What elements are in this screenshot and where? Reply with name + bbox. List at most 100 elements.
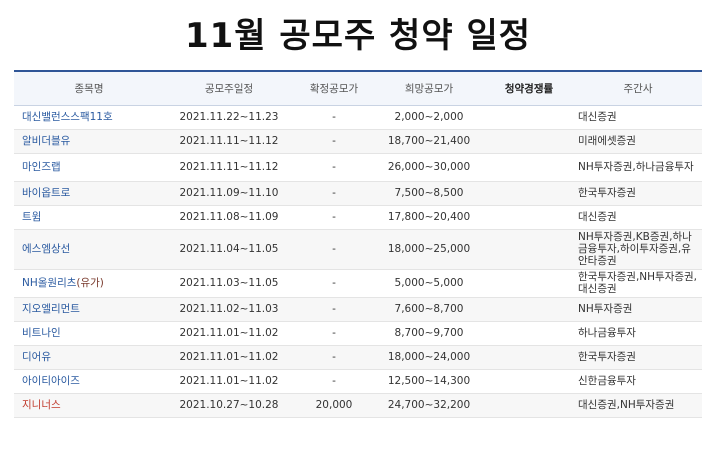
table-row: 에스엠상선 2021.11.04~11.05 - 18,000~25,000 N…: [14, 229, 702, 270]
ipo-name[interactable]: 아이티아이즈: [22, 375, 80, 387]
desired-price-cell: 7,500~8,500: [374, 181, 484, 206]
schedule-cell: 2021.11.11~11.12: [164, 129, 294, 154]
ipo-name-link[interactable]: 지니너스: [14, 393, 164, 418]
competition-cell: [484, 205, 574, 230]
competition-cell: [484, 269, 574, 298]
ipo-name[interactable]: 비트나인: [22, 327, 61, 339]
underwriter-cell: NH투자증권: [574, 297, 702, 322]
desired-price-cell: 7,600~8,700: [374, 297, 484, 322]
ipo-name-link[interactable]: 아이티아이즈: [14, 369, 164, 394]
underwriter-cell: 한국투자증권,NH투자증권,대신증권: [574, 269, 702, 298]
col-header-schedule: 공모주일정: [164, 70, 294, 106]
schedule-cell: 2021.11.01~11.02: [164, 369, 294, 394]
table-row: 바이옵트로 2021.11.09~11.10 - 7,500~8,500 한국투…: [14, 181, 702, 206]
ipo-name-link[interactable]: 지오엘리먼트: [14, 297, 164, 322]
table-row: 지오엘리먼트 2021.11.02~11.03 - 7,600~8,700 NH…: [14, 297, 702, 322]
fixed-price-cell: 20,000: [294, 393, 374, 418]
schedule-cell: 2021.11.01~11.02: [164, 345, 294, 370]
fixed-price-cell: -: [294, 129, 374, 154]
desired-price-cell: 24,700~32,200: [374, 393, 484, 418]
desired-price-cell: 18,000~24,000: [374, 345, 484, 370]
underwriter-cell: 한국투자증권: [574, 345, 702, 370]
underwriter-cell: 미래에셋증권: [574, 129, 702, 154]
ipo-schedule-table: 종목명 공모주일정 확정공모가 희망공모가 청약경쟁률 주간사 대신밸런스스팩1…: [14, 70, 702, 418]
schedule-cell: 2021.11.02~11.03: [164, 297, 294, 322]
ipo-name[interactable]: 마인즈랩: [22, 161, 61, 173]
underwriter-cell: 대신증권: [574, 205, 702, 230]
desired-price-cell: 5,000~5,000: [374, 269, 484, 298]
ipo-name[interactable]: 알비더블유: [22, 135, 70, 147]
schedule-cell: 2021.11.09~11.10: [164, 181, 294, 206]
table-row: 트윔 2021.11.08~11.09 - 17,800~20,400 대신증권: [14, 205, 702, 230]
ipo-name[interactable]: 트윔: [22, 211, 41, 223]
underwriter-cell: 대신증권: [574, 105, 702, 130]
underwriter-cell: NH투자증권,하나금융투자: [574, 153, 702, 182]
ipo-name-link[interactable]: 디어유: [14, 345, 164, 370]
desired-price-cell: 2,000~2,000: [374, 105, 484, 130]
ipo-name[interactable]: 에스엠상선: [22, 243, 70, 255]
ipo-name-link[interactable]: 대신밸런스스팩11호: [14, 105, 164, 130]
fixed-price-cell: -: [294, 205, 374, 230]
col-header-competition: 청약경쟁률: [484, 70, 574, 106]
fixed-price-cell: -: [294, 297, 374, 322]
fixed-price-cell: -: [294, 181, 374, 206]
schedule-cell: 2021.11.22~11.23: [164, 105, 294, 130]
ipo-name-link[interactable]: 에스엠상선: [14, 229, 164, 270]
table-row: 알비더블유 2021.11.11~11.12 - 18,700~21,400 미…: [14, 129, 702, 154]
underwriter-cell: 신한금융투자: [574, 369, 702, 394]
ipo-name[interactable]: 지니너스: [22, 399, 61, 411]
competition-cell: [484, 393, 574, 418]
ipo-name[interactable]: 대신밸런스스팩11호: [22, 111, 113, 123]
desired-price-cell: 18,000~25,000: [374, 229, 484, 270]
competition-cell: [484, 181, 574, 206]
ipo-name[interactable]: 디어유: [22, 351, 51, 363]
fixed-price-cell: -: [294, 153, 374, 182]
schedule-cell: 2021.11.01~11.02: [164, 321, 294, 346]
schedule-cell: 2021.10.27~10.28: [164, 393, 294, 418]
underwriter-cell: 대신증권,NH투자증권: [574, 393, 702, 418]
col-header-underwriter: 주간사: [574, 70, 702, 106]
desired-price-cell: 12,500~14,300: [374, 369, 484, 394]
col-header-desired-price: 희망공모가: [374, 70, 484, 106]
page-title: 11월 공모주 청약 일정: [184, 16, 532, 56]
fixed-price-cell: -: [294, 269, 374, 298]
ipo-name-link[interactable]: 마인즈랩: [14, 153, 164, 182]
table-row: 아이티아이즈 2021.11.01~11.02 - 12,500~14,300 …: [14, 369, 702, 394]
fixed-price-cell: -: [294, 345, 374, 370]
table-row: 디어유 2021.11.01~11.02 - 18,000~24,000 한국투…: [14, 345, 702, 370]
ipo-name[interactable]: NH올원리츠: [22, 277, 76, 289]
fixed-price-cell: -: [294, 229, 374, 270]
table-row: 비트나인 2021.11.01~11.02 - 8,700~9,700 하나금융…: [14, 321, 702, 346]
schedule-cell: 2021.11.11~11.12: [164, 153, 294, 182]
competition-cell: [484, 321, 574, 346]
desired-price-cell: 26,000~30,000: [374, 153, 484, 182]
ipo-name-link[interactable]: NH올원리츠(유가): [14, 269, 164, 298]
desired-price-cell: 18,700~21,400: [374, 129, 484, 154]
ipo-name[interactable]: 바이옵트로: [22, 187, 70, 199]
table-row: 마인즈랩 2021.11.11~11.12 - 26,000~30,000 NH…: [14, 153, 702, 182]
ipo-name-link[interactable]: 비트나인: [14, 321, 164, 346]
schedule-cell: 2021.11.03~11.05: [164, 269, 294, 298]
ipo-name-link[interactable]: 알비더블유: [14, 129, 164, 154]
ipo-name[interactable]: 지오엘리먼트: [22, 303, 80, 315]
competition-cell: [484, 229, 574, 270]
ipo-name-link[interactable]: 바이옵트로: [14, 181, 164, 206]
underwriter-cell: 한국투자증권: [574, 181, 702, 206]
fixed-price-cell: -: [294, 321, 374, 346]
fixed-price-cell: -: [294, 105, 374, 130]
table-row: NH올원리츠(유가) 2021.11.03~11.05 - 5,000~5,00…: [14, 269, 702, 298]
schedule-cell: 2021.11.08~11.09: [164, 205, 294, 230]
competition-cell: [484, 369, 574, 394]
schedule-cell: 2021.11.04~11.05: [164, 229, 294, 270]
underwriter-cell: 하나금융투자: [574, 321, 702, 346]
ipo-name-link[interactable]: 트윔: [14, 205, 164, 230]
competition-cell: [484, 129, 574, 154]
table-header-row: 종목명 공모주일정 확정공모가 희망공모가 청약경쟁률 주간사: [14, 70, 702, 106]
market-suffix: (유가): [76, 277, 104, 289]
table-row: 대신밸런스스팩11호 2021.11.22~11.23 - 2,000~2,00…: [14, 105, 702, 130]
table-row: 지니너스 2021.10.27~10.28 20,000 24,700~32,2…: [14, 393, 702, 418]
competition-cell: [484, 153, 574, 182]
competition-cell: [484, 345, 574, 370]
desired-price-cell: 8,700~9,700: [374, 321, 484, 346]
fixed-price-cell: -: [294, 369, 374, 394]
